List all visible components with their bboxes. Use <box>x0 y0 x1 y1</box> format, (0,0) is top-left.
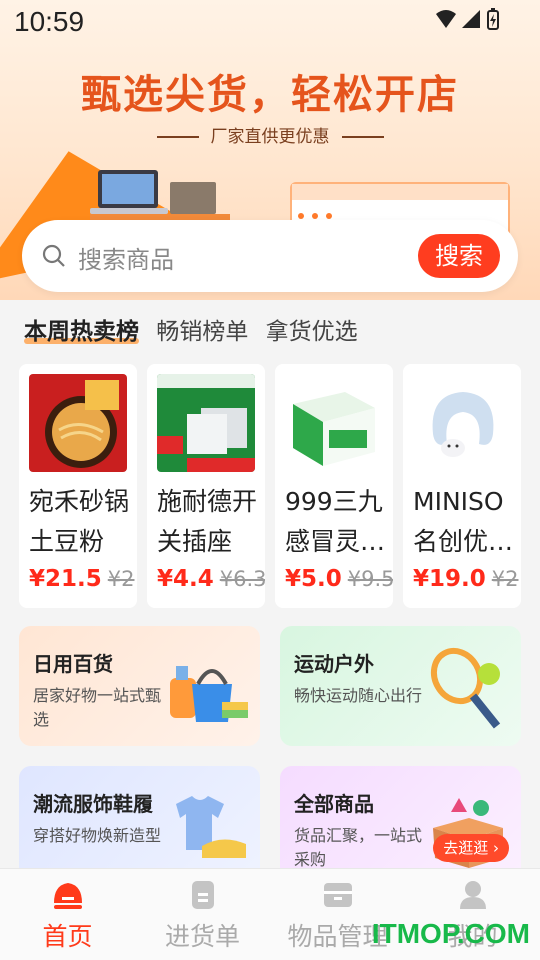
watermark-text: ITMOP.COM <box>371 918 530 949</box>
signal-icon <box>462 10 480 28</box>
category-desc: 居家好物一站式甄选 <box>33 686 162 729</box>
original-price: ¥9.5 <box>347 567 393 591</box>
status-time: 10:59 <box>14 6 85 37</box>
search-input[interactable]: 搜索商品 <box>78 240 174 275</box>
product-list: 宛禾砂锅土豆粉 ¥21.5 ¥2 施耐德开关插座 ¥4.4 ¥6.3 999三九感冒… <box>19 364 523 608</box>
category-daily-goods[interactable]: 日用百货 居家好物一站式甄选 <box>19 626 260 746</box>
tab-bestsellers[interactable]: 畅销榜单 <box>156 319 248 345</box>
category-all-products[interactable]: 全部商品 货品汇聚，一站式采购 去逛逛 › <box>280 766 521 868</box>
category-title: 潮流服饰鞋履 <box>33 792 153 816</box>
tab-home[interactable]: 首页 <box>0 869 135 960</box>
category-desc: 畅快运动随心出行 <box>294 686 423 705</box>
product-price: ¥4.4 ¥6.3 <box>157 566 265 592</box>
ranking-tabs: 本周热卖榜 畅销榜单 拿货优选 <box>24 312 358 348</box>
product-name: 999三九感冒灵颗粒 <box>285 487 386 556</box>
product-name: MINISO名创优品U型枕 <box>413 487 514 556</box>
browse-button[interactable]: 去逛逛 › <box>433 834 509 862</box>
product-price: ¥21.5 ¥2 <box>29 566 135 592</box>
banner-headline: 甄选尖货，轻松开店 <box>81 72 459 118</box>
product-image-switch <box>157 374 255 472</box>
category-fashion[interactable]: 潮流服饰鞋履 穿搭好物焕新造型 <box>19 766 260 868</box>
order-list-icon <box>192 881 214 909</box>
clothing-shoes-icon <box>176 796 246 858</box>
category-title: 运动户外 <box>294 652 374 676</box>
tab-label: 首页 <box>42 922 93 951</box>
product-image-neck-pillow <box>413 374 511 472</box>
category-sports-outdoor[interactable]: 运动户外 畅快运动随心出行 <box>280 626 521 746</box>
product-name: 宛禾砂锅土豆粉 <box>29 487 130 556</box>
tab-purchase-order[interactable]: 进货单 <box>135 869 270 960</box>
cleaning-supplies-icon <box>170 666 248 722</box>
product-card[interactable]: MINISO名创优品U型枕 ¥19.0¥2 <box>403 364 521 608</box>
category-title: 全部商品 <box>294 792 374 816</box>
product-price: ¥19.0 ¥2 <box>413 566 519 592</box>
status-icons <box>436 8 499 30</box>
original-price: ¥6.3 <box>219 567 265 591</box>
tennis-racket-icon <box>430 647 501 729</box>
tab-weekly-hot[interactable]: 本周热卖榜 <box>24 312 139 346</box>
search-icon <box>42 244 65 267</box>
product-card[interactable]: 999三九感冒灵颗粒 ¥5.0¥9.5 <box>275 364 393 608</box>
original-price: ¥2 <box>491 567 519 591</box>
home-icon <box>54 883 82 909</box>
laptop-illustration <box>90 170 230 226</box>
original-price: ¥2 <box>107 567 135 591</box>
banner-subline-text: 厂家直供更优惠 <box>210 127 330 147</box>
tab-picks[interactable]: 拿货优选 <box>266 319 358 345</box>
category-title: 日用百货 <box>33 652 113 676</box>
product-image-medicine <box>285 374 383 472</box>
wifi-icon <box>436 10 456 28</box>
tab-label: 进货单 <box>164 922 240 951</box>
banner-subline: 厂家直供更优惠 <box>0 122 540 147</box>
user-icon <box>460 881 486 909</box>
product-image-noodles <box>29 374 127 472</box>
product-card[interactable]: 宛禾砂锅土豆粉 ¥21.5 ¥2 <box>19 364 137 608</box>
category-desc: 货品汇聚，一站式采购 <box>294 826 423 868</box>
status-bar: 10:59 <box>0 0 540 44</box>
search-bar[interactable]: 搜索商品 搜索 <box>22 220 518 292</box>
product-price: ¥5.0 ¥9.5 <box>285 566 393 592</box>
search-button[interactable]: 搜索 <box>418 234 500 278</box>
product-name: 施耐德开关插座 <box>157 487 258 556</box>
product-card[interactable]: 施耐德开关插座 ¥4.4 ¥6.3 <box>147 364 265 608</box>
inventory-box-icon <box>324 883 352 907</box>
